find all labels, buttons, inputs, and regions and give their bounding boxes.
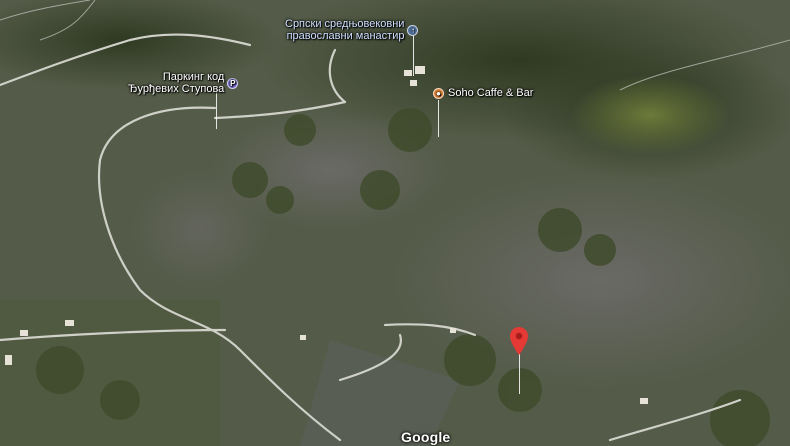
poi-monastery-label-line2: православни манастир (286, 30, 405, 42)
red-location-pin-icon[interactable] (510, 327, 528, 355)
poi-parking-label: Паркинг код Ђурђевих Ступова (128, 71, 224, 95)
poi-parking-label-line2: Ђурђевих Ступова (128, 83, 225, 95)
marker-stem (519, 354, 520, 394)
satellite-map[interactable]: Паркинг код Ђурђевих Ступова P Српски ср… (0, 0, 790, 446)
cafe-stem (438, 100, 439, 137)
poi-cafe[interactable]: ● Soho Caffe & Bar (433, 87, 533, 99)
poi-parking[interactable]: Паркинг код Ђурђевих Ступова P (128, 71, 239, 95)
parking-icon: P (227, 77, 239, 89)
poi-monastery-label-line1: Српски средњовековни (285, 18, 405, 30)
google-logo: Google (401, 429, 451, 445)
cafe-icon: ● (433, 87, 444, 99)
poi-monastery-label: Српски средњовековни православни манасти… (285, 18, 404, 42)
satellite-terrain (0, 0, 790, 446)
poi-monastery[interactable]: Српски средњовековни православни манасти… (285, 18, 419, 42)
monastery-icon: ↑ (407, 24, 419, 36)
poi-cafe-label: Soho Caffe & Bar (448, 87, 534, 99)
poi-parking-label-line1: Паркинг код (162, 71, 225, 83)
